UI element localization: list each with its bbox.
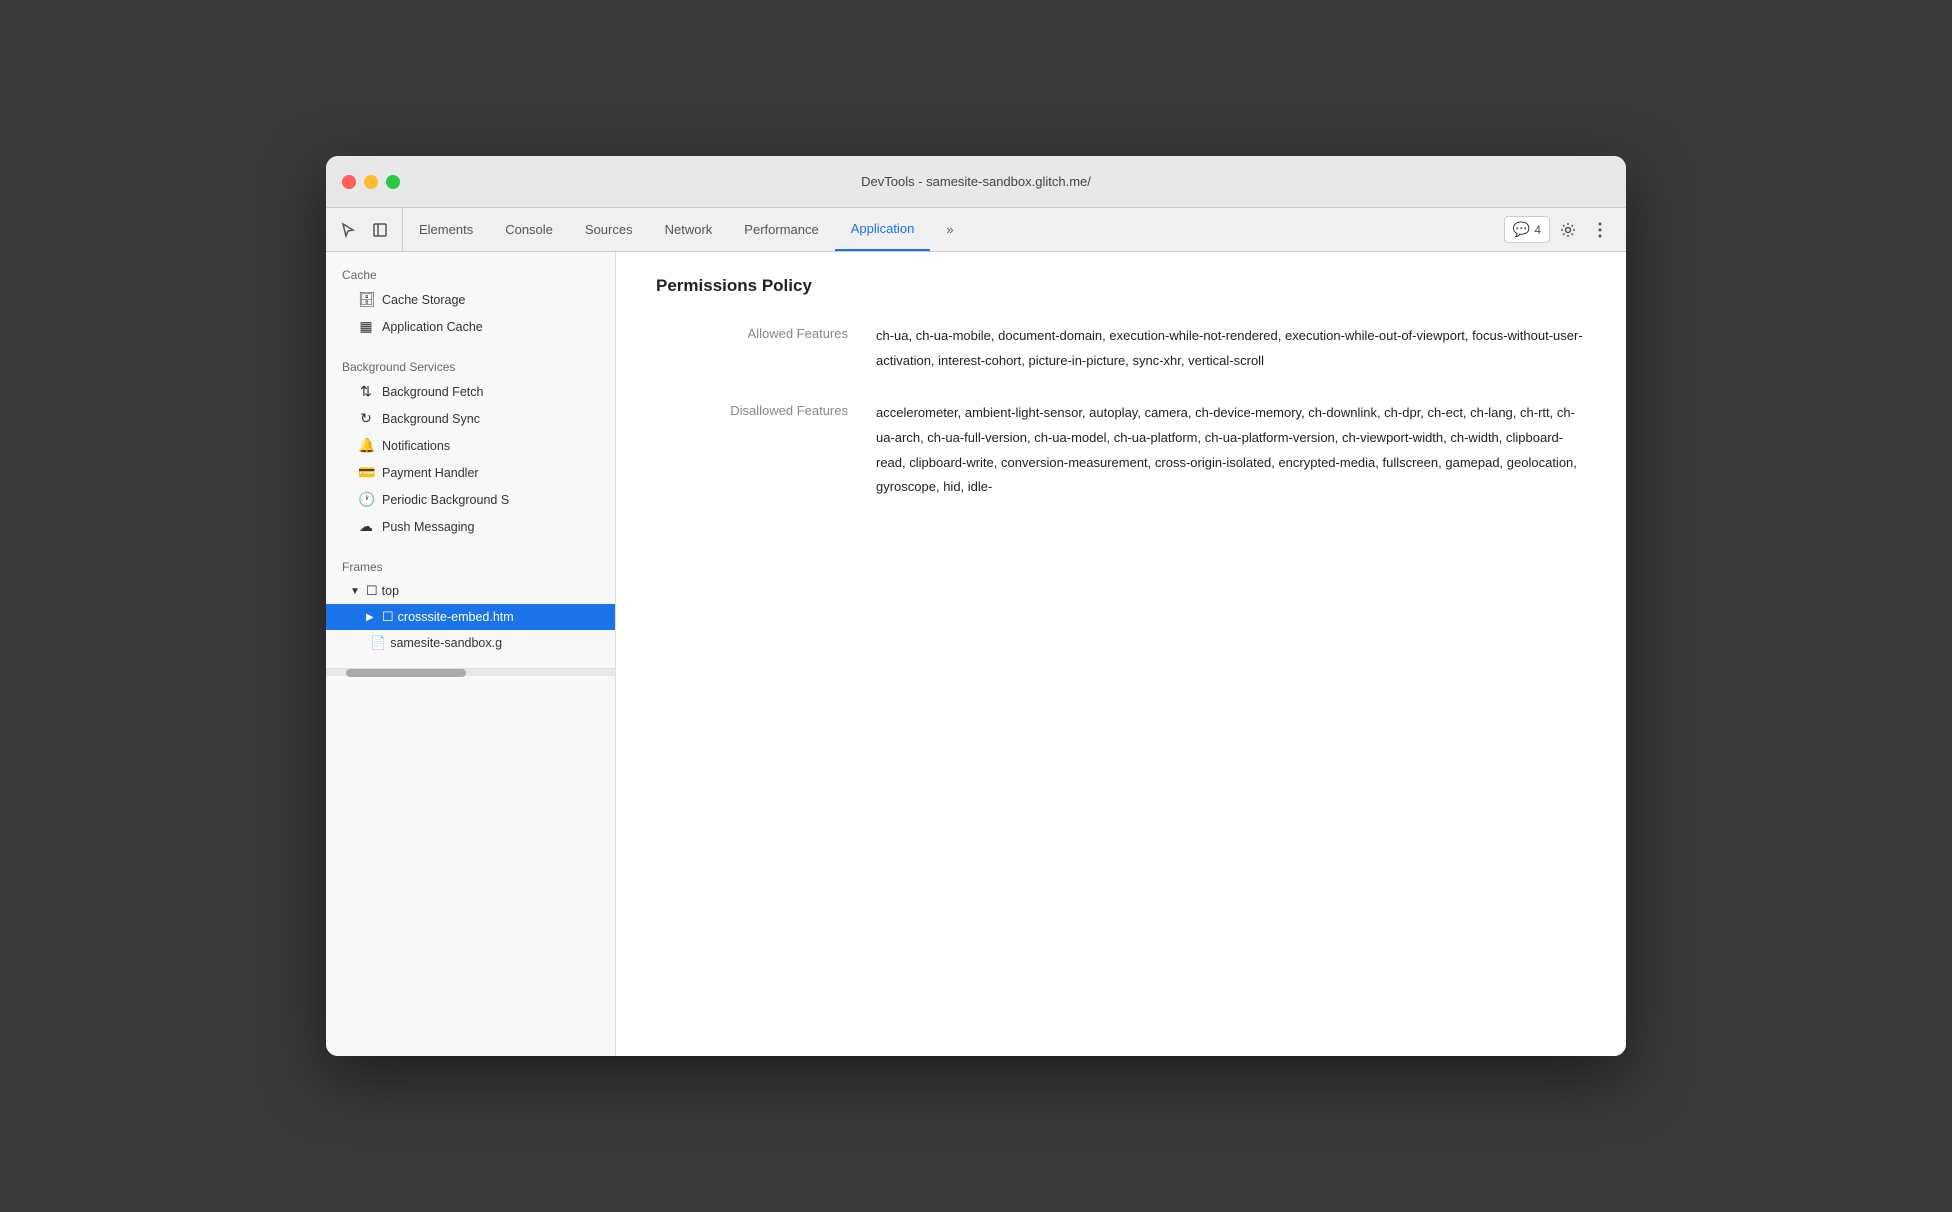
push-icon: ☁ <box>358 518 374 535</box>
message-icon: 💬 <box>1513 221 1530 238</box>
tab-application[interactable]: Application <box>835 208 931 251</box>
sidebar-scrollbar[interactable] <box>326 668 615 676</box>
cache-section-label: Cache <box>326 260 615 286</box>
message-badge-button[interactable]: 💬 4 <box>1504 216 1550 243</box>
frame-top-label: top <box>382 584 399 598</box>
disallowed-label: Disallowed Features <box>656 401 876 500</box>
content-area: Permissions Policy Allowed Features ch-u… <box>616 252 1626 1056</box>
sidebar-item-label: Push Messaging <box>382 520 474 534</box>
window-title: DevTools - samesite-sandbox.glitch.me/ <box>861 174 1091 189</box>
sidebar-item-label: Cache Storage <box>382 293 465 307</box>
sidebar-item-label: Periodic Background S <box>382 493 509 507</box>
settings-icon[interactable] <box>1554 216 1582 244</box>
tab-more[interactable]: » <box>930 208 969 251</box>
more-options-icon[interactable] <box>1586 216 1614 244</box>
sidebar-item-notifications[interactable]: 🔔 Notifications <box>326 432 615 459</box>
bg-sync-icon: ↻ <box>358 410 374 427</box>
tab-network[interactable]: Network <box>649 208 729 251</box>
periodic-bg-icon: 🕐 <box>358 491 374 508</box>
spacer <box>326 656 615 668</box>
payment-icon: 💳 <box>358 464 374 481</box>
file-icon: 📄 <box>370 635 386 651</box>
tab-bar: Elements Console Sources Network Perform… <box>403 208 970 251</box>
tab-performance[interactable]: Performance <box>728 208 834 251</box>
sidebar-item-label: Application Cache <box>382 320 483 334</box>
bg-fetch-icon: ⇅ <box>358 383 374 400</box>
sidebar: Cache 🗄 Cache Storage ▦ Application Cach… <box>326 252 616 1056</box>
spacer <box>326 340 615 352</box>
toolbar-icon-group <box>326 208 403 251</box>
toolbar: Elements Console Sources Network Perform… <box>326 208 1626 252</box>
app-cache-icon: ▦ <box>358 318 374 335</box>
sidebar-item-label: Payment Handler <box>382 466 479 480</box>
cursor-icon[interactable] <box>334 216 362 244</box>
sidebar-item-bg-fetch[interactable]: ⇅ Background Fetch <box>326 378 615 405</box>
sidebar-item-push-messaging[interactable]: ☁ Push Messaging <box>326 513 615 540</box>
sidebar-item-label: Notifications <box>382 439 450 453</box>
browser-window: DevTools - samesite-sandbox.glitch.me/ E… <box>326 156 1626 1056</box>
sidebar-item-bg-sync[interactable]: ↻ Background Sync <box>326 405 615 432</box>
samesite-label: samesite-sandbox.g <box>390 636 502 650</box>
disallowed-features-section: Disallowed Features accelerometer, ambie… <box>656 401 1586 500</box>
allowed-value: ch-ua, ch-ua-mobile, document-domain, ex… <box>876 324 1586 373</box>
sidebar-item-samesite[interactable]: 📄 samesite-sandbox.g <box>326 630 615 656</box>
allowed-features-section: Allowed Features ch-ua, ch-ua-mobile, do… <box>656 324 1586 373</box>
minimize-button[interactable] <box>364 175 378 189</box>
badge-count: 4 <box>1534 223 1541 237</box>
cache-storage-icon: 🗄 <box>358 291 374 308</box>
sidebar-item-application-cache[interactable]: ▦ Application Cache <box>326 313 615 340</box>
sidebar-item-periodic-bg[interactable]: 🕐 Periodic Background S <box>326 486 615 513</box>
tab-elements[interactable]: Elements <box>403 208 489 251</box>
chevron-down-icon: ▼ <box>350 586 362 597</box>
close-button[interactable] <box>342 175 356 189</box>
window-controls <box>342 175 400 189</box>
sidebar-item-cache-storage[interactable]: 🗄 Cache Storage <box>326 286 615 313</box>
titlebar: DevTools - samesite-sandbox.glitch.me/ <box>326 156 1626 208</box>
frame-icon: ☐ <box>366 583 378 599</box>
notifications-icon: 🔔 <box>358 437 374 454</box>
frames-section-label: Frames <box>326 552 615 578</box>
sidebar-item-label: Background Fetch <box>382 385 483 399</box>
main-content: Cache 🗄 Cache Storage ▦ Application Cach… <box>326 252 1626 1056</box>
crosssite-label: crosssite-embed.htm <box>398 610 514 624</box>
tab-console[interactable]: Console <box>489 208 569 251</box>
maximize-button[interactable] <box>386 175 400 189</box>
page-title: Permissions Policy <box>656 276 1586 296</box>
sidebar-item-crosssite[interactable]: ▶ ☐ crosssite-embed.htm <box>326 604 615 630</box>
chevron-right-icon: ▶ <box>366 612 378 623</box>
bg-services-section-label: Background Services <box>326 352 615 378</box>
sidebar-item-payment-handler[interactable]: 💳 Payment Handler <box>326 459 615 486</box>
scrollbar-thumb[interactable] <box>346 669 466 677</box>
tab-sources[interactable]: Sources <box>569 208 649 251</box>
disallowed-value: accelerometer, ambient-light-sensor, aut… <box>876 401 1586 500</box>
spacer <box>326 540 615 552</box>
toolbar-right: 💬 4 <box>1504 208 1626 251</box>
sidebar-item-label: Background Sync <box>382 412 480 426</box>
frame-icon: ☐ <box>382 609 394 625</box>
allowed-label: Allowed Features <box>656 324 876 373</box>
dock-icon[interactable] <box>366 216 394 244</box>
sidebar-item-frame-top[interactable]: ▼ ☐ top <box>326 578 615 604</box>
